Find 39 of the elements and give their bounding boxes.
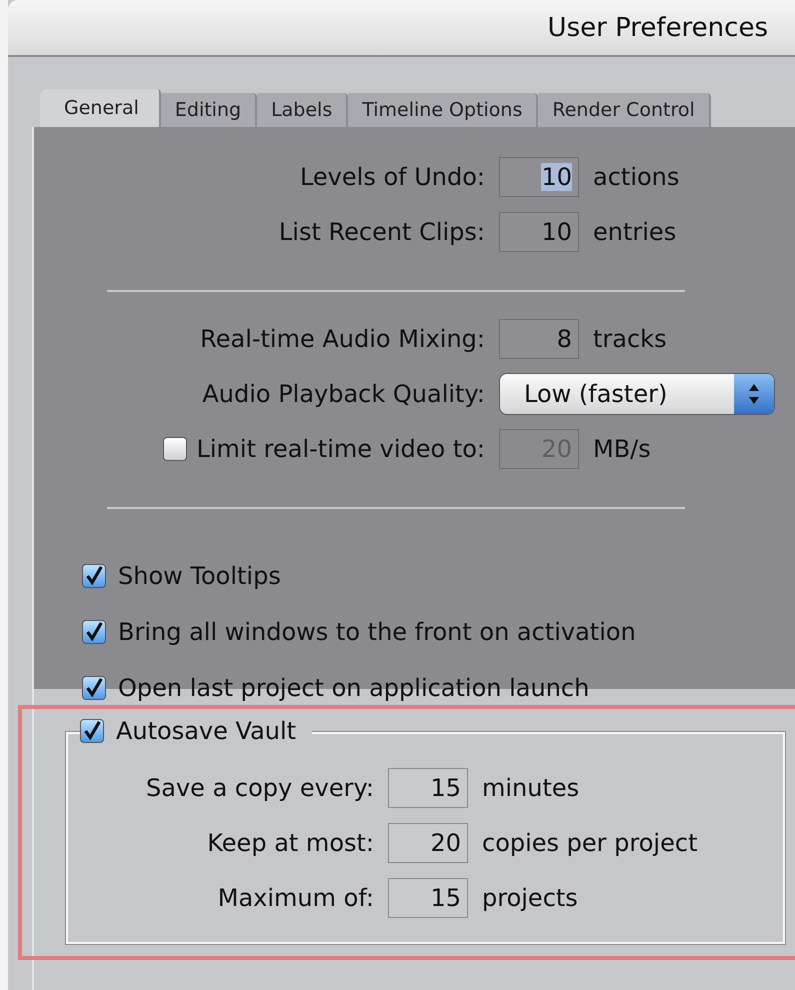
field-label: Keep at most:	[206, 829, 374, 857]
field-value: 10	[541, 218, 572, 246]
tab[interactable]: Timeline Options	[348, 93, 538, 127]
field-label: Audio Playback Quality:	[202, 380, 485, 408]
unit-label: copies per project	[482, 829, 698, 857]
tab[interactable]: Labels	[257, 93, 348, 127]
checkbox-label: Bring all windows to the front on activation	[118, 618, 636, 646]
number-field[interactable]: 20	[388, 823, 468, 863]
tab[interactable]: Editing	[160, 93, 258, 127]
updown-arrows-icon	[734, 374, 774, 414]
window-title: User Preferences	[548, 12, 768, 42]
checkbox[interactable]	[82, 564, 106, 588]
field-label: Real-time Audio Mixing:	[200, 325, 485, 353]
field-value: 8	[556, 325, 572, 353]
tab[interactable]: Render Control	[538, 93, 711, 127]
unit-label: tracks	[593, 325, 667, 353]
unit-label: MB/s	[593, 435, 651, 463]
number-field[interactable]: 15	[388, 878, 468, 918]
checkbox[interactable]	[82, 620, 106, 644]
field-label: Limit real-time video to:	[196, 435, 485, 463]
field-label: List Recent Clips:	[278, 218, 485, 246]
field-label: Levels of Undo:	[300, 163, 485, 191]
unit-label: actions	[593, 163, 680, 191]
number-field[interactable]: 8	[499, 319, 579, 359]
popup-menu[interactable]: Low (faster)	[499, 373, 775, 415]
checkbox[interactable]	[82, 676, 106, 700]
unit-label: entries	[593, 218, 676, 246]
number-field[interactable]: 15	[388, 768, 468, 808]
number-field[interactable]: 10	[499, 212, 579, 252]
field-label: Maximum of:	[216, 884, 374, 912]
checkbox[interactable]	[80, 719, 104, 743]
number-field[interactable]: 10	[499, 157, 579, 197]
checkbox-label: Open last project on application launch	[118, 674, 590, 702]
field-value: 10	[541, 163, 572, 191]
field-label: Save a copy every:	[145, 774, 374, 802]
tab[interactable]: General	[40, 89, 161, 127]
unit-label: minutes	[482, 774, 580, 802]
unit-label: projects	[482, 884, 578, 912]
checkbox-label: Show Tooltips	[118, 562, 281, 590]
